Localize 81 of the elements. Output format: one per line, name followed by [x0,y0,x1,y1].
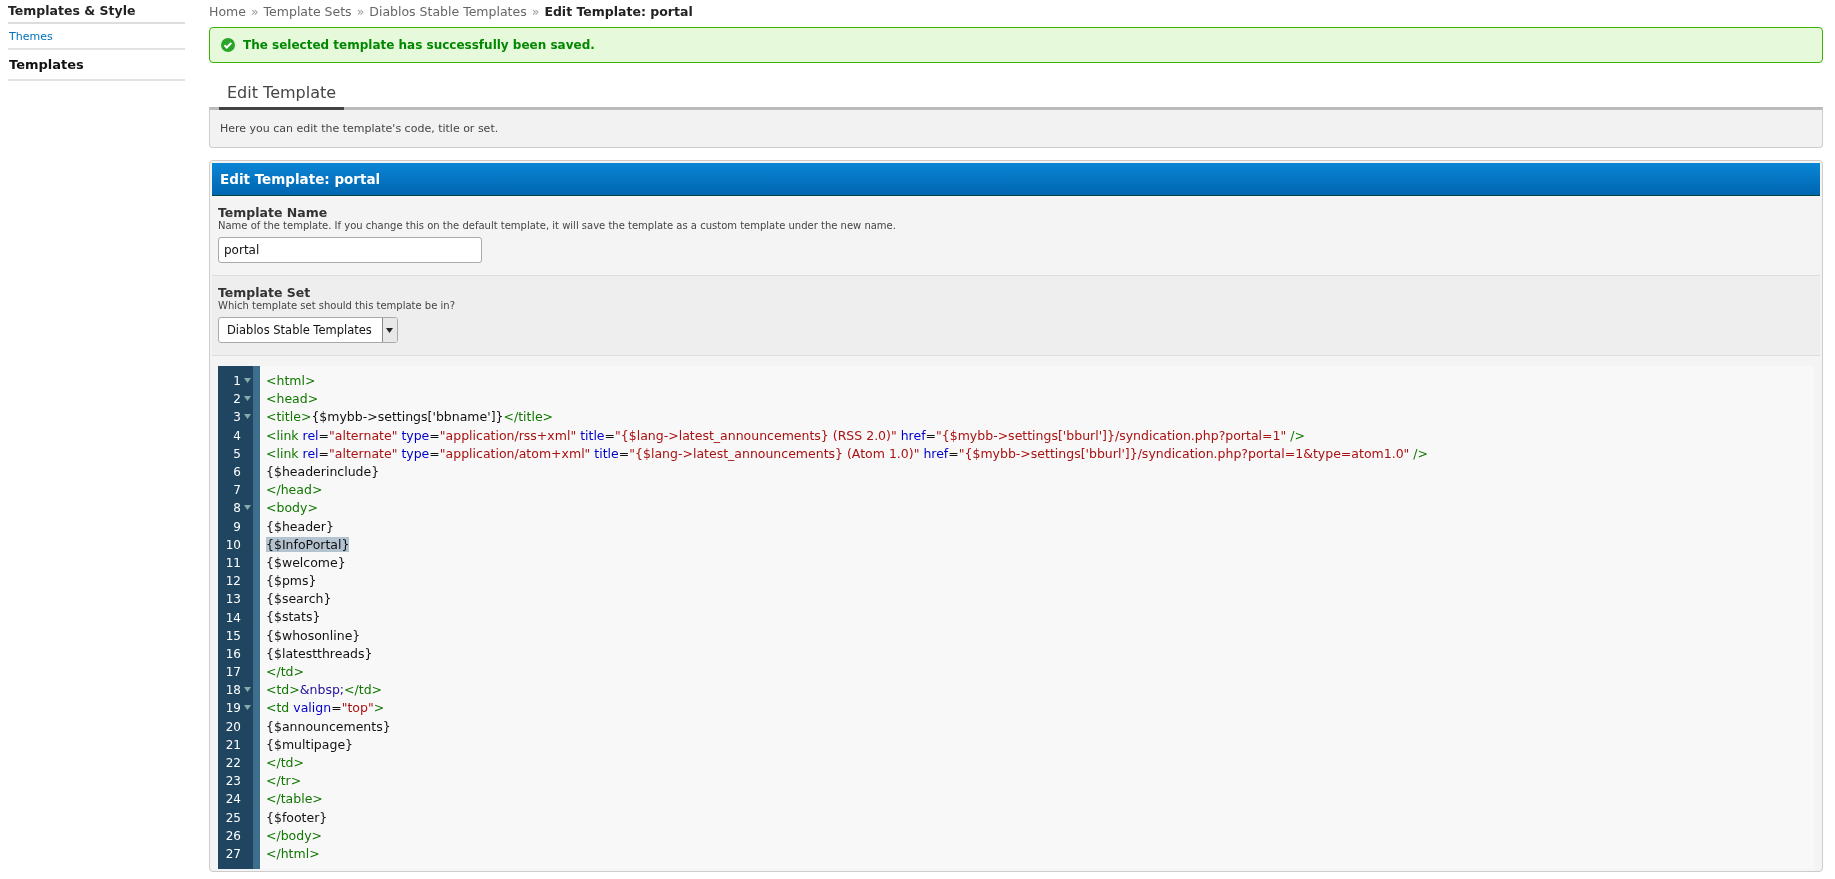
code-line: {$latestthreads} [266,645,373,661]
code-line: <body> [266,500,318,516]
breadcrumb-current: Edit Template: portal [544,4,693,19]
code-line: </tr> [266,773,302,789]
line-number: 5 [233,446,241,461]
panel-title: Edit Template: portal [212,163,1820,196]
line-number: 22 [225,756,241,771]
line-number: 3 [233,410,241,425]
code-line: {$headerinclude} [266,463,380,479]
line-number: 16 [225,646,241,661]
field-description: Name of the template. If you change this on the default template, it will save the template as a custom template under the new name. [218,220,896,231]
code-line: </table> [266,791,323,807]
input-field[interactable]: portal [218,237,482,263]
line-number: 17 [225,665,241,680]
line-number: 21 [225,737,241,752]
line-number: 1 [233,374,241,389]
line-number: 6 [233,465,241,480]
field-description: Which template set should this template be in? [218,300,455,311]
code-line: {$announcements} [266,718,391,734]
line-number: 15 [225,628,241,643]
code-line: {$whosonline} [266,627,361,643]
fold-arrow-icon[interactable] [244,705,251,712]
code-line: {$multipage} [266,736,354,752]
line-number: 19 [225,701,241,716]
breadcrumb-separator: » [250,4,259,19]
fold-arrow-icon[interactable] [244,378,251,385]
line-number: 18 [225,683,241,698]
code-line: </td> [266,664,304,679]
code-line: </body> [266,827,323,843]
line-number: 20 [225,719,241,734]
line-number: 26 [225,828,241,843]
code-line: </html> [266,845,320,861]
fold-arrow-icon[interactable] [244,414,251,421]
line-number: 7 [233,483,241,498]
line-number: 24 [225,792,241,807]
code-editor[interactable] [218,366,1814,870]
code-line: <html> [266,373,316,388]
code-line: {$header} [266,518,334,534]
code-line: <td>&nbsp;</td> [266,682,383,698]
tab-description: Here you can edit the template's code, title or set. [209,107,1823,148]
check-icon [221,38,235,52]
line-number: 11 [225,555,241,570]
line-number: 9 [233,519,241,534]
code-line: {$footer} [266,809,328,825]
code-line: <link rel="alternate" type="application/atom+xml" title="{$lang->latest_announcements} (Atom 1.0)" href="{$mybb->settings['bburl']}/syndication.php?portal=1&type=atom1.0" /> [266,445,1428,461]
alert-message: The selected template has successfully been saved. [243,38,595,52]
fold-arrow-icon[interactable] [244,396,251,403]
fold-arrow-icon[interactable] [244,505,251,512]
dropdown-arrow-icon [386,327,394,333]
breadcrumb-separator: » [356,4,365,19]
line-number: 10 [225,537,241,552]
code-line: {$search} [266,591,332,607]
code-line: <link rel="alternate" type="application/rss+xml" title="{$lang->latest_announcements} (RSS 2.0)" href="{$mybb->settings['bburl']}/syndication.php?portal=1" /> [266,427,1305,443]
template-set-dropdown[interactable]: Diablos Stable Templates [218,317,398,343]
code-line: </td> [266,754,304,770]
code-line: <head> [266,391,319,407]
code-line: </head> [266,482,323,498]
breadcrumb-separator: » [531,4,540,19]
breadcrumb-link[interactable]: Template Sets [263,4,352,19]
line-number: 12 [225,574,241,589]
field-label: Template Set [218,285,311,300]
code-line: {$welcome} [266,554,346,570]
breadcrumb-link[interactable]: Home [209,4,246,19]
line-number: 8 [233,501,241,516]
line-number: 13 [225,592,241,607]
sidebar-item[interactable]: Themes [8,24,185,50]
fold-arrow-icon[interactable] [244,687,251,694]
line-number: 27 [225,846,241,861]
code-line: {$pms} [266,573,317,589]
code-line: {$stats} [266,609,321,625]
field-label: Template Name [218,205,328,220]
line-number: 4 [233,428,241,443]
line-number: 2 [233,392,241,407]
sidebar-title: Templates & Style [8,0,185,24]
sidebar-item[interactable]: Templates [8,50,185,81]
code-line: <td valign="top"> [266,700,385,716]
line-number: 25 [225,810,241,825]
line-number: 23 [225,774,241,789]
line-number: 14 [225,610,241,625]
code-line: <title>{$mybb->settings['bbname']}</title> [266,409,554,425]
breadcrumb-link[interactable]: Diablos Stable Templates [369,4,527,19]
